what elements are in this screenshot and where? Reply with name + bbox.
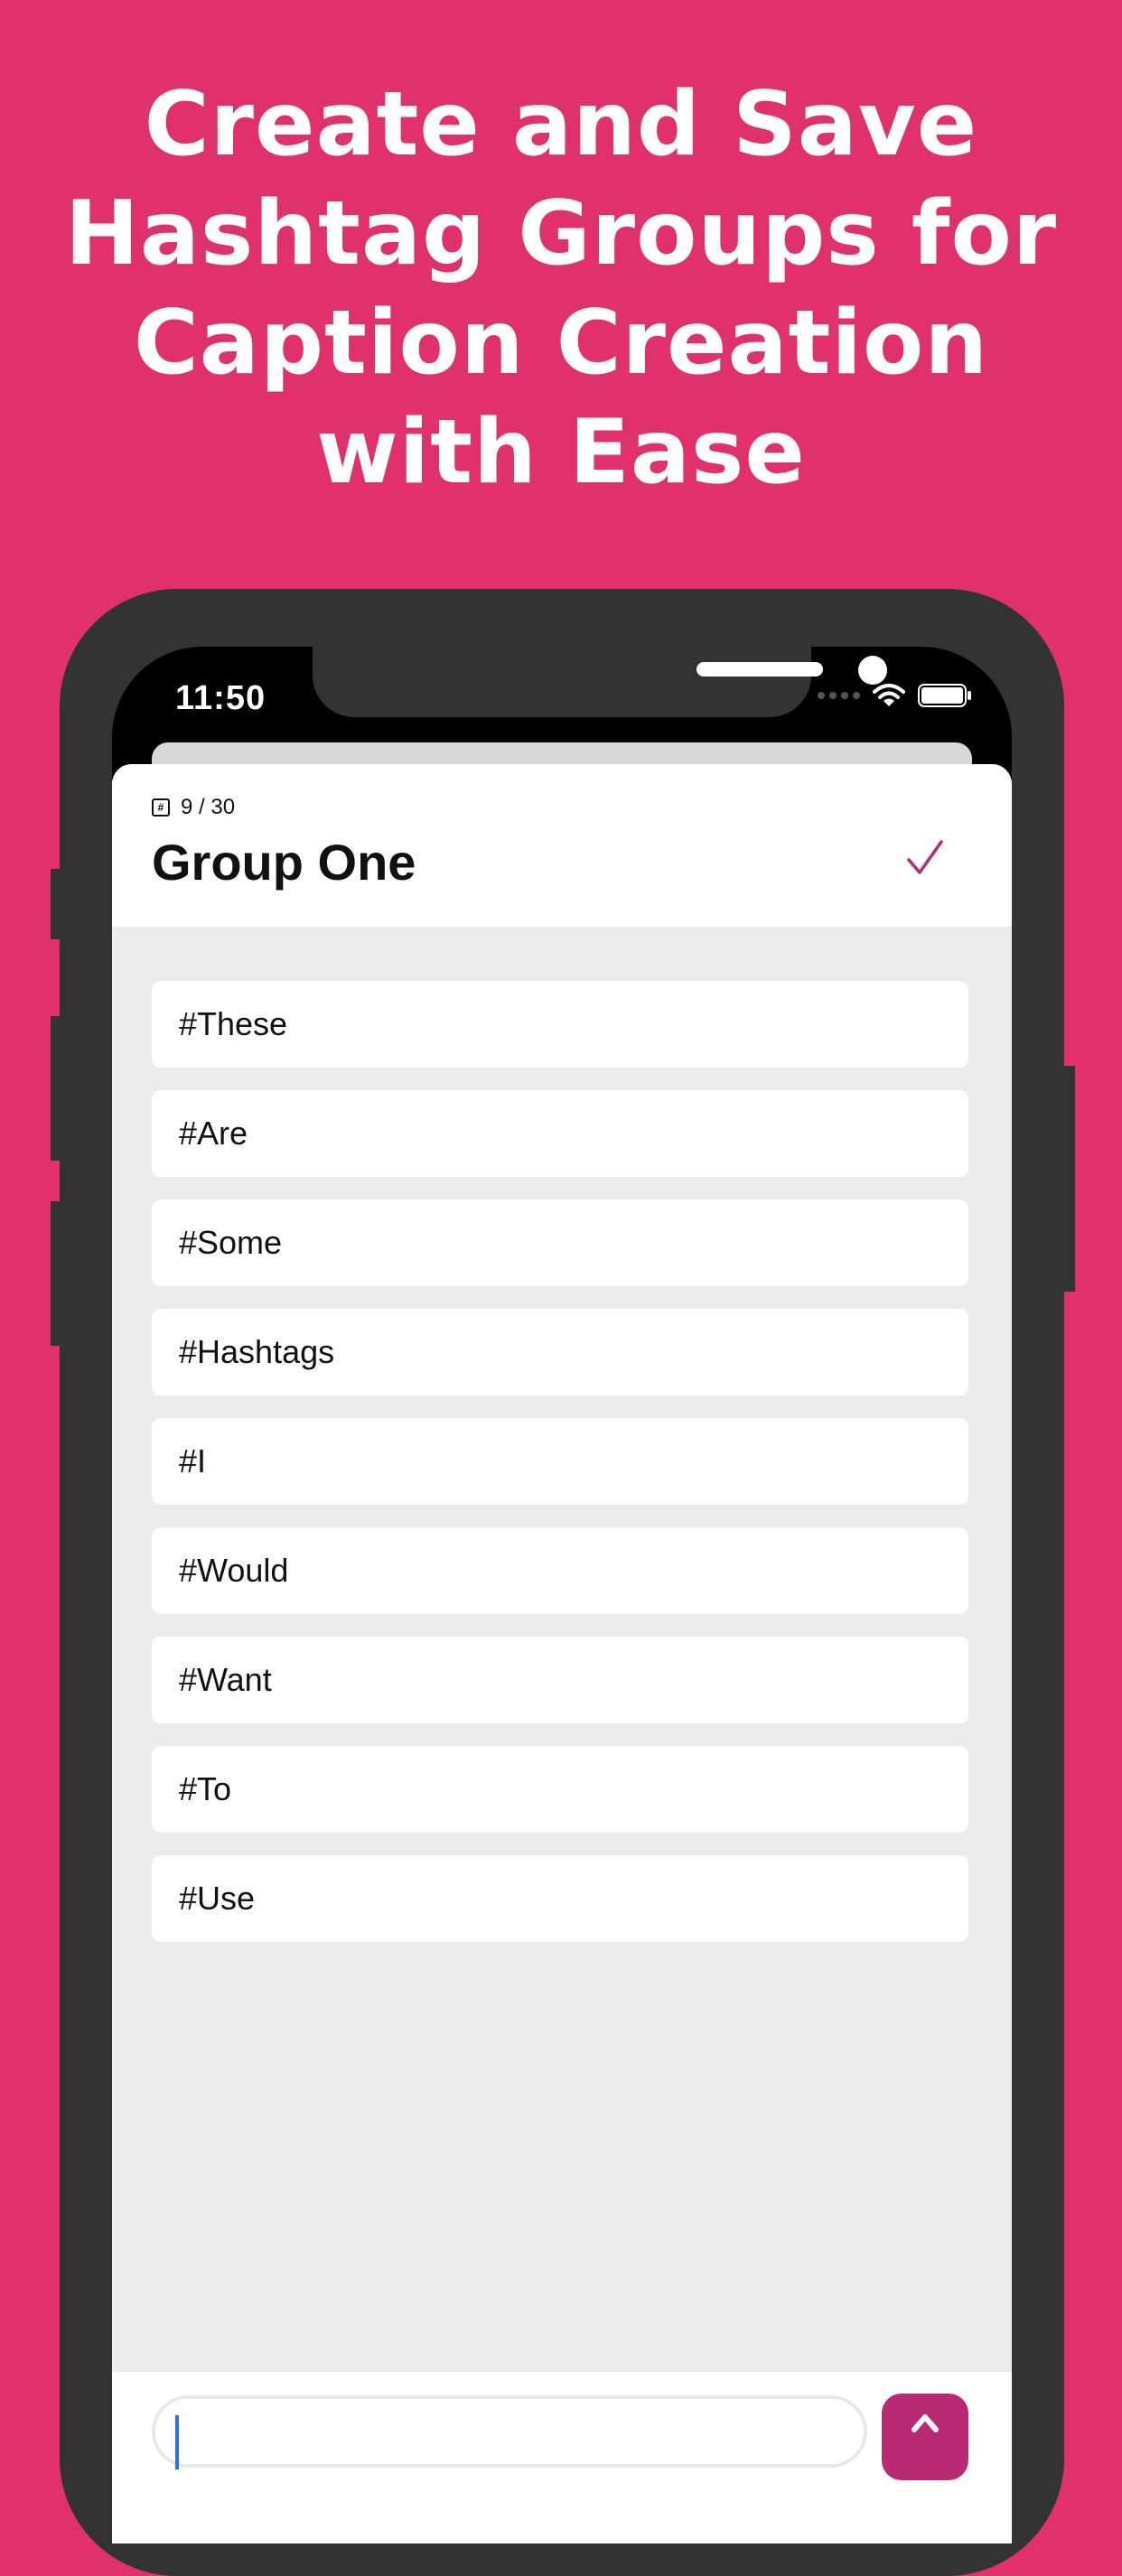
headline-line: Hashtag Groups for [64,182,1058,285]
signal-icon [818,692,860,699]
hashtag-text: #These [179,1005,288,1042]
hashtag-item[interactable]: #Are [152,1090,968,1177]
send-arrow-icon [912,2414,939,2432]
front-camera [858,656,887,685]
input-bar [112,2372,1012,2543]
hashtag-item[interactable]: #Hashtags [152,1309,968,1395]
wifi-icon [873,684,905,706]
sheet-header: # 9 / 30 Group One [112,764,1012,927]
hashtag-item[interactable]: #Would [152,1527,968,1614]
hash-icon: # [152,798,170,817]
hashtag-text: #Are [179,1115,248,1152]
hashtag-text: #Would [179,1552,289,1589]
hashtag-text: #Use [179,1880,256,1917]
power-button [1062,1066,1075,1292]
status-icons [818,683,972,708]
phone-screen: 11:50 # 9 / 30 Group One #These #Are #So… [112,647,1012,2543]
hashtag-text: #To [179,1770,232,1807]
speaker-grille [697,662,823,677]
battery-icon [918,684,971,707]
hashtag-text: #Want [179,1661,272,1698]
headline-line: Create and Save [144,73,978,176]
hashtag-item[interactable]: #Want [152,1637,968,1723]
hashtag-list: #These #Are #Some #Hashtags #I #Would #W… [152,981,968,1965]
hashtag-text: #Hashtags [179,1333,335,1370]
check-icon[interactable] [905,838,945,878]
headline-line: with Ease [316,401,806,504]
status-time: 11:50 [175,679,266,717]
hashtag-count: # 9 / 30 [152,795,235,820]
hashtag-item[interactable]: #Use [152,1855,968,1942]
headline-line: Caption Creation [133,292,989,395]
hashtag-count-text: 9 / 30 [181,795,236,819]
notch [313,647,887,717]
text-caret [175,2415,179,2469]
hashtag-item[interactable]: #Some [152,1199,968,1286]
hashtag-input[interactable] [152,2395,867,2469]
hashtag-text: #I [179,1442,207,1479]
hashtag-item[interactable]: #These [152,981,968,1068]
add-hashtag-button[interactable] [882,2394,968,2480]
hashtag-text: #Some [179,1224,283,1261]
headline: Create and Save Hashtag Groups for Capti… [54,70,1068,508]
hashtag-item[interactable]: #To [152,1746,968,1833]
hashtag-item[interactable]: #I [152,1418,968,1505]
group-title[interactable]: Group One [152,833,416,891]
group-editor-sheet: # 9 / 30 Group One #These #Are #Some #Ha… [112,764,1012,2543]
